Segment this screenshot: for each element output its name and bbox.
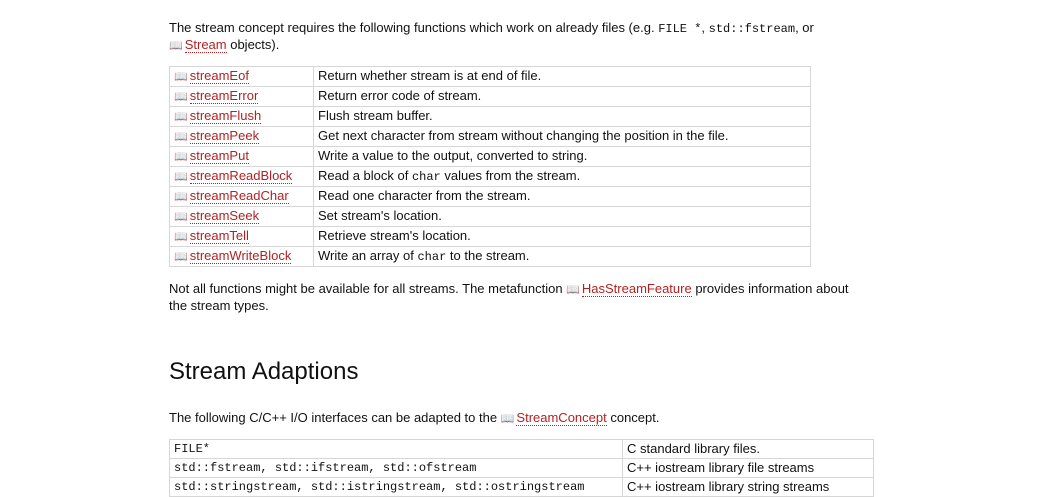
- interface-description: C++ iostream library string streams: [622, 477, 874, 497]
- function-description: Return error code of stream.: [313, 86, 811, 107]
- function-description: Set stream's location.: [313, 206, 811, 227]
- table-row: 📖 streamError Return error code of stream.: [169, 86, 811, 107]
- description-text: Write a value to the output, converted t…: [318, 148, 588, 163]
- function-link[interactable]: streamReadBlock: [189, 168, 293, 184]
- has-stream-feature-link[interactable]: HasStreamFeature: [581, 281, 692, 297]
- function-link[interactable]: streamError: [189, 88, 259, 104]
- function-description: Flush stream buffer.: [313, 106, 811, 127]
- book-icon: 📖: [566, 284, 580, 296]
- function-link[interactable]: streamFlush: [189, 108, 262, 124]
- function-link[interactable]: streamReadChar: [189, 188, 289, 204]
- description-text: Get next character from stream without c…: [318, 128, 729, 143]
- doc-content: The stream concept requires the followin…: [169, 20, 889, 497]
- interface-description: C++ iostream library file streams: [622, 458, 874, 478]
- intro-or: , or: [795, 20, 814, 35]
- function-cell: 📖 streamReadChar: [169, 186, 314, 207]
- book-icon: 📖: [174, 151, 188, 163]
- function-cell: 📖 streamError: [169, 86, 314, 107]
- table-row: FILE* C standard library files.: [169, 439, 874, 459]
- interface-cell: std::fstream, std::ifstream, std::ofstre…: [169, 458, 623, 478]
- note-paragraph: Not all functions might be available for…: [169, 281, 869, 314]
- function-link[interactable]: streamEof: [189, 68, 249, 84]
- function-cell: 📖 streamTell: [169, 226, 314, 247]
- function-description: Read one character from the stream.: [313, 186, 811, 207]
- intro-post: objects).: [226, 37, 280, 52]
- function-link[interactable]: streamSeek: [189, 208, 260, 224]
- function-description: Get next character from stream without c…: [313, 126, 811, 147]
- book-icon: 📖: [174, 71, 188, 83]
- table-row: 📖 streamSeek Set stream's location.: [169, 206, 811, 227]
- table-row: 📖 streamReadBlock Read a block of char val…: [169, 166, 811, 187]
- adaptions-table: FILE* C standard library files. std::fstre…: [169, 439, 874, 497]
- function-cell: 📖 streamEof: [169, 66, 314, 87]
- function-link[interactable]: streamPeek: [189, 128, 260, 144]
- function-cell: 📖 streamPeek: [169, 126, 314, 147]
- function-link[interactable]: streamWriteBlock: [189, 248, 292, 264]
- book-icon: 📖: [169, 40, 183, 52]
- functions-table: 📖 streamEof Return whether stream is at en…: [169, 66, 811, 267]
- description-text: Return whether stream is at end of file.: [318, 68, 542, 83]
- book-icon: 📖: [174, 91, 188, 103]
- function-cell: 📖 streamSeek: [169, 206, 314, 227]
- function-description: Read a block of char values from the str…: [313, 166, 811, 187]
- function-description: Write an array of char to the stream.: [313, 246, 811, 267]
- adapt-intro-post: concept.: [606, 410, 660, 425]
- adapt-intro-paragraph: The following C/C++ I/O interfaces can b…: [169, 410, 889, 427]
- book-icon: 📖: [174, 231, 188, 243]
- table-row: std::fstream, std::ifstream, std::ofstre…: [169, 458, 874, 478]
- book-icon: 📖: [174, 251, 188, 263]
- function-description: Retrieve stream's location.: [313, 226, 811, 247]
- intro-sep: ,: [701, 20, 709, 35]
- description-text: Write an array of: [318, 248, 418, 263]
- function-cell: 📖 streamWriteBlock: [169, 246, 314, 267]
- interface-cell: FILE*: [169, 439, 623, 459]
- book-icon: 📖: [174, 171, 188, 183]
- book-icon: 📖: [500, 413, 515, 425]
- description-text: Return error code of stream.: [318, 88, 482, 103]
- description-text: Read one character from the stream.: [318, 188, 531, 203]
- interface-description: C standard library files.: [622, 439, 874, 459]
- section-title: Stream Adaptions: [169, 358, 359, 385]
- intro-code-fstream: std::fstream: [708, 22, 796, 36]
- book-icon: 📖: [174, 191, 188, 203]
- description-text: Retrieve stream's location.: [318, 228, 471, 243]
- function-cell: 📖 streamFlush: [169, 106, 314, 127]
- function-description: Return whether stream is at end of file.: [313, 66, 811, 87]
- book-icon: 📖: [174, 111, 188, 123]
- table-row: 📖 streamTell Retrieve stream's location.: [169, 226, 811, 247]
- description-text: Set stream's location.: [318, 208, 442, 223]
- function-description: Write a value to the output, converted t…: [313, 146, 811, 167]
- book-icon: 📖: [174, 131, 188, 143]
- table-row: std::stringstream, std::istringstream, s…: [169, 477, 874, 497]
- table-row: 📖 streamPeek Get next character from strea…: [169, 126, 811, 147]
- function-cell: 📖 streamPut: [169, 146, 314, 167]
- description-text-post: values from the stream.: [440, 168, 581, 183]
- description-text-post: to the stream.: [446, 248, 530, 263]
- table-row: 📖 streamWriteBlock Write an array of char …: [169, 246, 811, 267]
- book-icon: 📖: [174, 211, 188, 223]
- intro-text: The stream concept requires the followin…: [169, 20, 659, 35]
- intro-paragraph: The stream concept requires the followin…: [169, 20, 819, 54]
- function-cell: 📖 streamReadBlock: [169, 166, 314, 187]
- stream-concept-link[interactable]: StreamConcept: [516, 410, 607, 426]
- description-text: Flush stream buffer.: [318, 108, 433, 123]
- interface-cell: std::stringstream, std::istringstream, s…: [169, 477, 623, 497]
- table-row: 📖 streamReadChar Read one character from t…: [169, 186, 811, 207]
- table-row: 📖 streamEof Return whether stream is at en…: [169, 66, 811, 87]
- description-code: char: [417, 250, 447, 264]
- note-text: Not all functions might be available for…: [169, 281, 567, 296]
- adapt-intro-text: The following C/C++ I/O interfaces can b…: [169, 410, 501, 425]
- description-code: char: [411, 170, 441, 184]
- table-row: 📖 streamPut Write a value to the output, c…: [169, 146, 811, 167]
- function-link[interactable]: streamPut: [189, 148, 249, 164]
- stream-link[interactable]: Stream: [184, 37, 227, 53]
- description-text: Read a block of: [318, 168, 412, 183]
- table-row: 📖 streamFlush Flush stream buffer.: [169, 106, 811, 127]
- intro-code-file: FILE *: [658, 22, 702, 36]
- function-link[interactable]: streamTell: [189, 228, 249, 244]
